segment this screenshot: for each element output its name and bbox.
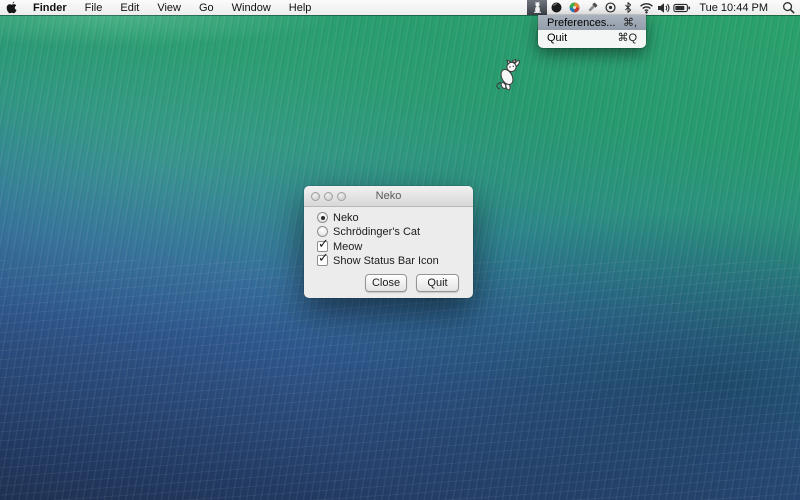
apple-icon bbox=[6, 1, 18, 14]
volume-icon[interactable] bbox=[655, 0, 673, 15]
menu-bar-clock[interactable]: Tue 10:44 PM bbox=[691, 2, 776, 14]
zoom-window-icon[interactable] bbox=[337, 192, 346, 201]
menu-item-label: Preferences... bbox=[547, 17, 615, 29]
battery-icon[interactable] bbox=[673, 0, 691, 15]
menu-bar-left: Finder File Edit View Go Window Help bbox=[0, 0, 320, 15]
record-target-icon[interactable] bbox=[601, 0, 619, 15]
quit-button[interactable]: Quit bbox=[416, 274, 459, 292]
neko-status-menu: Preferences... ⌘, Quit ⌘Q bbox=[538, 15, 646, 48]
neko-status-menu-extra[interactable] bbox=[527, 0, 547, 15]
screen: Finder File Edit View Go Window Help bbox=[0, 0, 800, 500]
checkbox-show-status-bar-icon[interactable]: ✓ Show Status Bar Icon bbox=[317, 254, 439, 267]
checkmark-icon: ✓ bbox=[318, 251, 329, 264]
flashlight-icon[interactable] bbox=[583, 0, 601, 15]
menu-item-view[interactable]: View bbox=[148, 0, 190, 15]
menu-item-edit[interactable]: Edit bbox=[111, 0, 148, 15]
window-controls bbox=[311, 186, 346, 206]
menu-item-help[interactable]: Help bbox=[280, 0, 321, 15]
close-button[interactable]: Close bbox=[365, 274, 407, 292]
radio-label: Neko bbox=[333, 212, 359, 224]
menu-item-go[interactable]: Go bbox=[190, 0, 223, 15]
radio-schroedingers-cat[interactable]: Schrödinger's Cat bbox=[317, 225, 420, 238]
neko-cat-sprite bbox=[495, 58, 521, 92]
menu-bar-status-area: Tue 10:44 PM bbox=[527, 0, 800, 15]
menu-bar: Finder File Edit View Go Window Help bbox=[0, 0, 800, 15]
window-titlebar[interactable]: Neko bbox=[304, 186, 473, 207]
checkbox-icon[interactable]: ✓ bbox=[317, 255, 328, 266]
dark-sphere-icon[interactable] bbox=[547, 0, 565, 15]
colorful-globe-icon[interactable] bbox=[565, 0, 583, 15]
bluetooth-icon[interactable] bbox=[619, 0, 637, 15]
close-window-icon[interactable] bbox=[311, 192, 320, 201]
menu-item-label: Quit bbox=[547, 32, 567, 44]
checkmark-icon: ✓ bbox=[318, 237, 329, 250]
menu-item-shortcut: ⌘Q bbox=[617, 31, 637, 44]
menu-item-finder[interactable]: Finder bbox=[24, 0, 76, 15]
menu-item-window[interactable]: Window bbox=[223, 0, 280, 15]
checkbox-label: Meow bbox=[333, 241, 362, 253]
minimize-window-icon[interactable] bbox=[324, 192, 333, 201]
spotlight-search-icon[interactable] bbox=[776, 0, 800, 15]
radio-button-icon[interactable] bbox=[317, 212, 328, 223]
window-title: Neko bbox=[376, 190, 402, 202]
radio-neko[interactable]: Neko bbox=[317, 211, 359, 224]
menu-item-quit[interactable]: Quit ⌘Q bbox=[538, 30, 646, 45]
wifi-icon[interactable] bbox=[637, 0, 655, 15]
radio-label: Schrödinger's Cat bbox=[333, 226, 420, 238]
menu-item-preferences[interactable]: Preferences... ⌘, bbox=[538, 15, 646, 30]
checkbox-label: Show Status Bar Icon bbox=[333, 255, 439, 267]
neko-window: Neko Neko Schrödinger's Cat ✓ Meow ✓ Sho… bbox=[304, 186, 473, 298]
menu-item-file[interactable]: File bbox=[76, 0, 112, 15]
neko-cat-icon bbox=[531, 1, 544, 14]
menu-item-shortcut: ⌘, bbox=[623, 16, 637, 29]
apple-menu[interactable] bbox=[0, 0, 24, 15]
